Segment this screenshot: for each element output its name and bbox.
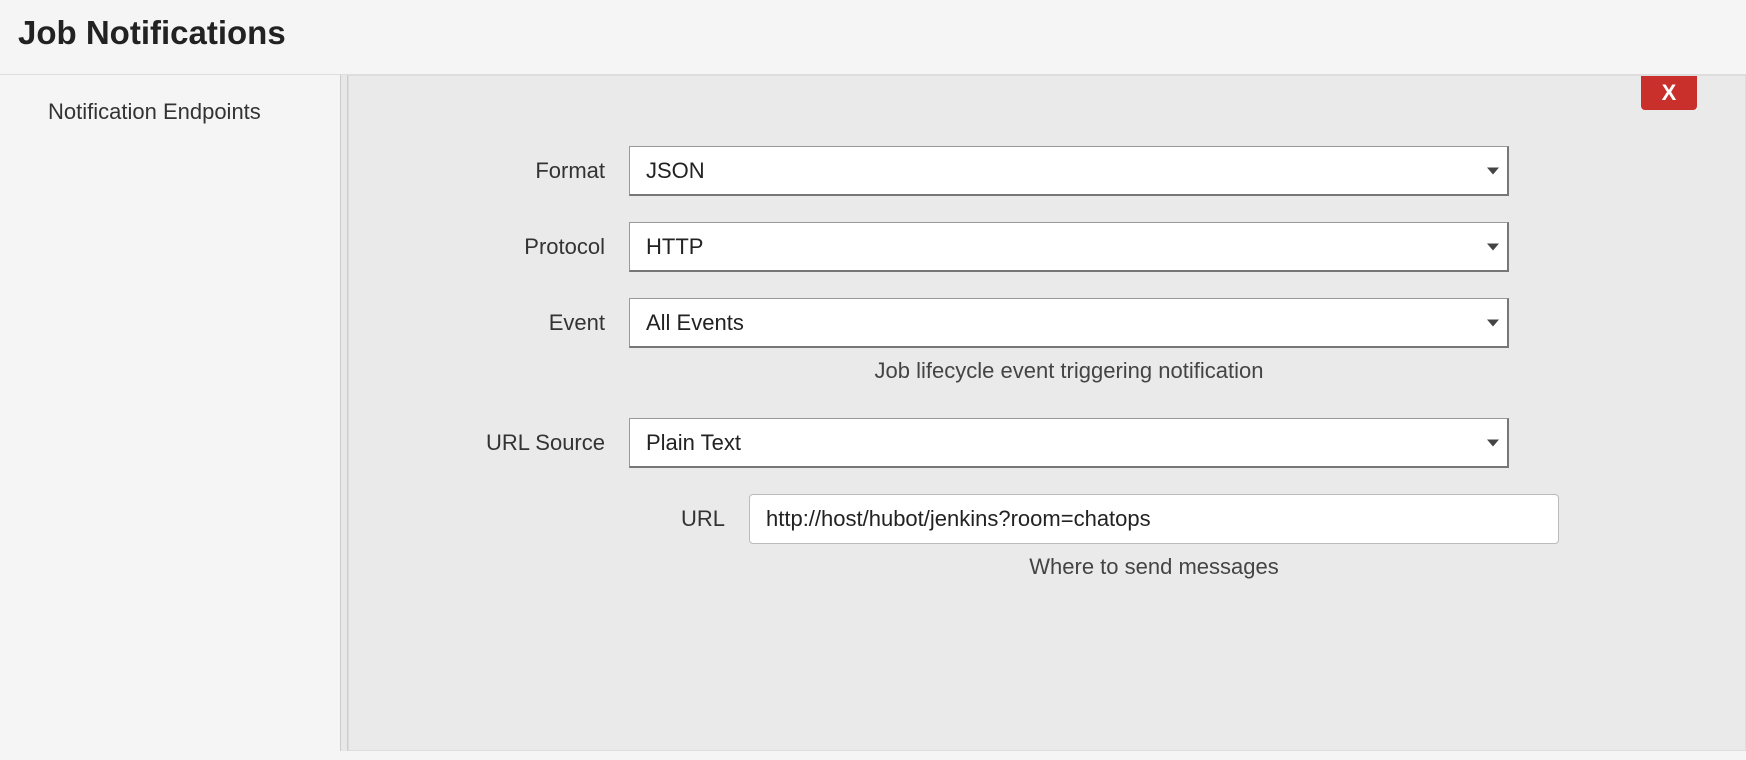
row-protocol: Protocol HTTP bbox=[389, 222, 1705, 272]
select-urlsource-value: Plain Text bbox=[646, 430, 741, 456]
row-format: Format JSON bbox=[389, 146, 1705, 196]
help-event: Job lifecycle event triggering notificat… bbox=[629, 358, 1509, 384]
row-urlsource: URL Source Plain Text bbox=[389, 418, 1705, 468]
select-event[interactable]: All Events bbox=[629, 298, 1509, 348]
page-root: Job Notifications Notification Endpoints… bbox=[0, 0, 1746, 760]
select-event-value: All Events bbox=[646, 310, 744, 336]
help-url: Where to send messages bbox=[749, 554, 1559, 580]
label-urlsource: URL Source bbox=[389, 430, 629, 456]
select-protocol-value: HTTP bbox=[646, 234, 703, 260]
select-format-value: JSON bbox=[646, 158, 705, 184]
body-row: Notification Endpoints X Format JSON Pro… bbox=[0, 75, 1746, 751]
label-event: Event bbox=[389, 310, 629, 336]
chevron-down-icon bbox=[1487, 167, 1499, 174]
label-url: URL bbox=[389, 506, 749, 532]
close-icon: X bbox=[1662, 80, 1677, 106]
select-protocol[interactable]: HTTP bbox=[629, 222, 1509, 272]
endpoint-form-panel: X Format JSON Protocol HTTP bbox=[348, 75, 1746, 751]
input-url[interactable] bbox=[749, 494, 1559, 544]
label-protocol: Protocol bbox=[389, 234, 629, 260]
chevron-down-icon bbox=[1487, 319, 1499, 326]
chevron-down-icon bbox=[1487, 243, 1499, 250]
label-format: Format bbox=[389, 158, 629, 184]
select-format[interactable]: JSON bbox=[629, 146, 1509, 196]
close-button[interactable]: X bbox=[1641, 76, 1697, 110]
select-urlsource[interactable]: Plain Text bbox=[629, 418, 1509, 468]
row-url: URL bbox=[389, 494, 1705, 544]
sidebar-label: Notification Endpoints bbox=[0, 75, 340, 125]
drag-gutter[interactable] bbox=[340, 75, 348, 751]
row-event: Event All Events bbox=[389, 298, 1705, 348]
chevron-down-icon bbox=[1487, 439, 1499, 446]
page-title: Job Notifications bbox=[18, 14, 1746, 52]
page-header: Job Notifications bbox=[0, 0, 1746, 75]
